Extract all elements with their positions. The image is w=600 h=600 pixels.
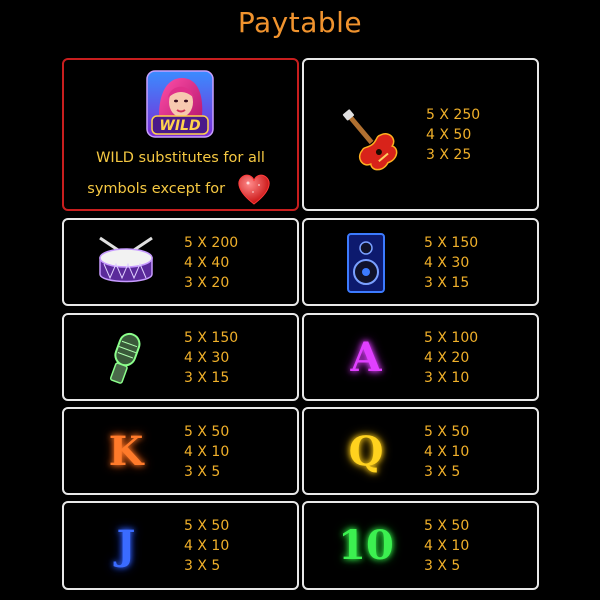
payout-row: 3 X 5 <box>424 464 461 480</box>
payout-row: 4 X 10 <box>424 538 470 554</box>
microphone-card: 5 X 150 4 X 30 3 X 15 <box>62 313 299 401</box>
speaker-card: 5 X 150 4 X 30 3 X 15 <box>302 218 539 306</box>
guitar-payouts: 5 X 250 4 X 50 3 X 25 <box>426 105 480 165</box>
guitar-icon <box>332 106 404 172</box>
drum-payouts: 5 X 200 4 X 40 3 X 20 <box>184 233 238 293</box>
payout-row: 5 X 50 <box>424 424 470 440</box>
drum-icon <box>94 234 158 290</box>
payout-row: 5 X 50 <box>424 518 470 534</box>
payout-row: 3 X 5 <box>184 464 221 480</box>
payout-row: 5 X 50 <box>184 424 230 440</box>
letter-j-card: J 5 X 50 4 X 10 3 X 5 <box>62 501 299 590</box>
letter-a-card: A 5 X 100 4 X 20 3 X 10 <box>302 313 539 401</box>
payout-row: 4 X 30 <box>184 350 230 366</box>
speaker-payouts: 5 X 150 4 X 30 3 X 15 <box>424 233 478 293</box>
payout-row: 5 X 250 <box>426 107 481 123</box>
guitar-card: 5 X 250 4 X 50 3 X 25 <box>302 58 539 211</box>
letter-j-payouts: 5 X 50 4 X 10 3 X 5 <box>184 516 229 576</box>
letter-a-icon: A <box>350 334 382 381</box>
letter-k-payouts: 5 X 50 4 X 10 3 X 5 <box>184 422 229 482</box>
letter-k-icon: K <box>108 428 144 475</box>
payout-row: 3 X 15 <box>424 275 470 291</box>
payout-row: 5 X 200 <box>184 235 239 251</box>
wild-description-line2: symbols except for <box>64 172 297 206</box>
payout-row: 3 X 5 <box>424 558 461 574</box>
payout-row: 4 X 10 <box>184 538 230 554</box>
microphone-icon <box>104 331 144 387</box>
payout-row: 4 X 40 <box>184 255 230 271</box>
letter-q-icon: Q <box>348 428 384 475</box>
payout-row: 5 X 100 <box>424 330 479 346</box>
payout-row: 3 X 25 <box>426 147 472 163</box>
payout-row: 3 X 15 <box>184 370 230 386</box>
letter-j-icon: J <box>116 522 136 569</box>
number-10-card: 10 5 X 50 4 X 10 3 X 5 <box>302 501 539 590</box>
number-10-icon: 10 <box>338 522 394 569</box>
paytable-title: Paytable <box>237 6 363 39</box>
letter-q-card: Q 5 X 50 4 X 10 3 X 5 <box>302 407 539 495</box>
payout-row: 3 X 5 <box>184 558 221 574</box>
letter-q-payouts: 5 X 50 4 X 10 3 X 5 <box>424 422 469 482</box>
payout-row: 5 X 150 <box>184 330 239 346</box>
payout-row: 3 X 20 <box>184 275 230 291</box>
payout-row: 3 X 10 <box>424 370 470 386</box>
wild-symbol-icon: WILD <box>146 70 214 138</box>
payout-row: 4 X 50 <box>426 127 472 143</box>
letter-a-payouts: 5 X 100 4 X 20 3 X 10 <box>424 328 478 388</box>
number-10-payouts: 5 X 50 4 X 10 3 X 5 <box>424 516 469 576</box>
payout-row: 4 X 10 <box>184 444 230 460</box>
wild-card: WILD WILD substitutes for all symbols ex… <box>62 58 299 211</box>
drum-card: 5 X 200 4 X 40 3 X 20 <box>62 218 299 306</box>
wild-description-line1: WILD substitutes for all <box>96 150 265 166</box>
heart-icon <box>238 174 270 205</box>
payout-row: 4 X 10 <box>424 444 470 460</box>
microphone-payouts: 5 X 150 4 X 30 3 X 15 <box>184 328 238 388</box>
speaker-icon <box>344 232 388 294</box>
payout-row: 5 X 50 <box>184 518 230 534</box>
payout-row: 4 X 20 <box>424 350 470 366</box>
wild-badge-text: WILD <box>159 118 200 134</box>
wild-description-line2-text: symbols except for <box>87 181 226 197</box>
payout-row: 5 X 150 <box>424 235 479 251</box>
payout-row: 4 X 30 <box>424 255 470 271</box>
letter-k-card: K 5 X 50 4 X 10 3 X 5 <box>62 407 299 495</box>
